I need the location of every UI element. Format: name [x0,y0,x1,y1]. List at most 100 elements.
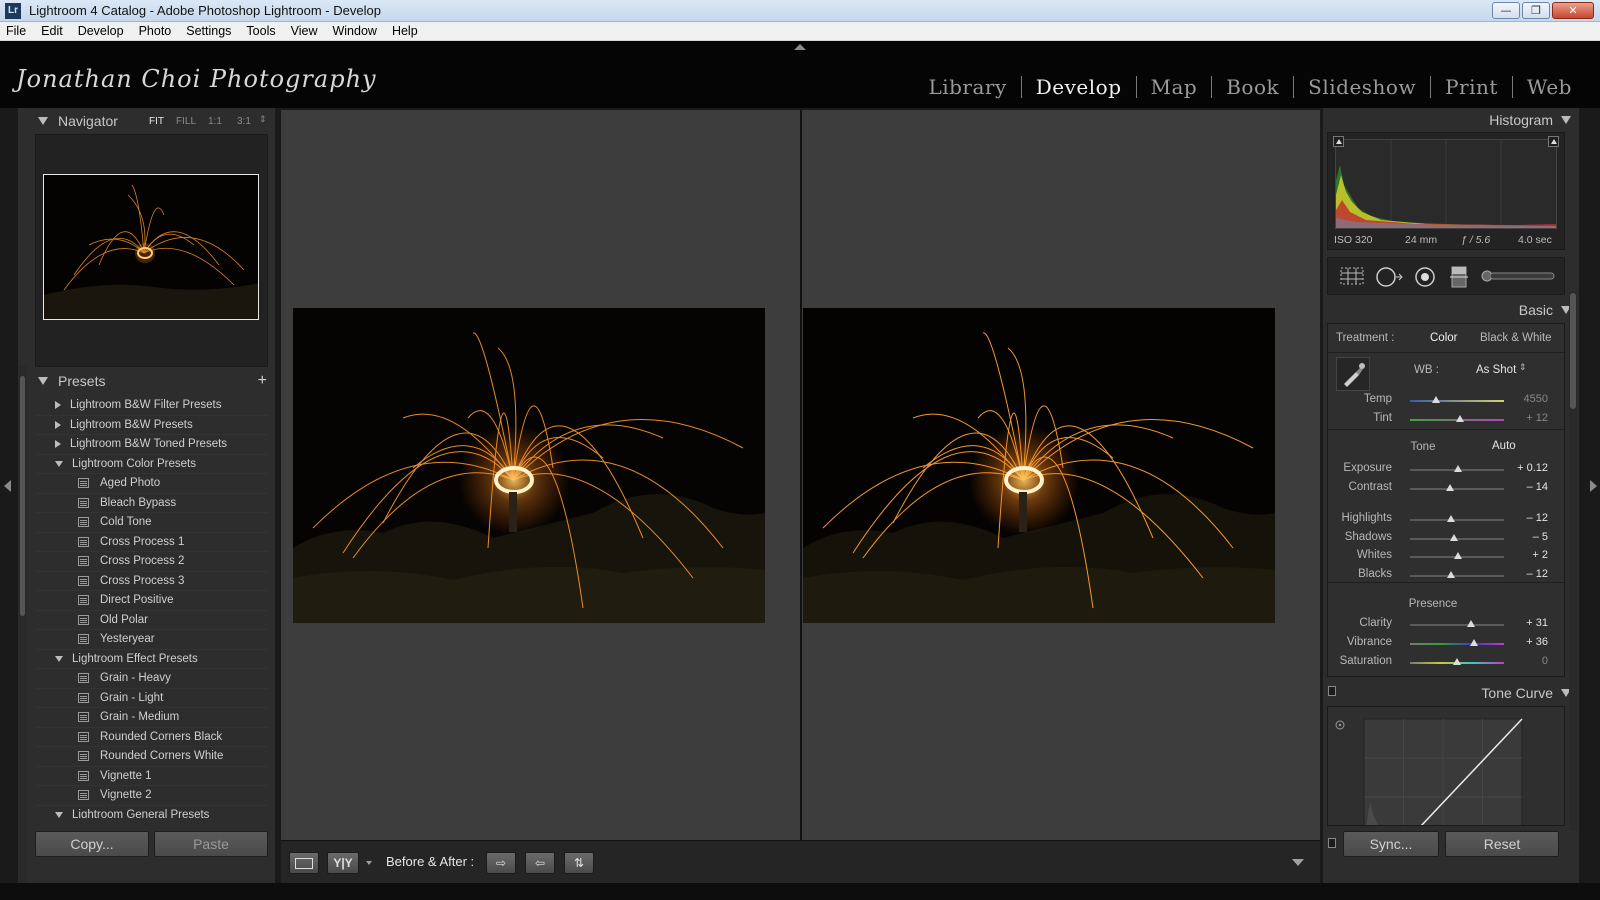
preset-item[interactable]: Old Polar [35,611,268,630]
disclosure-open-icon[interactable] [55,460,63,467]
preset-item[interactable]: Aged Photo [35,474,268,494]
module-book[interactable]: Book [1212,75,1293,99]
preset-item[interactable]: Cold Tone [35,513,268,533]
slider-knob[interactable] [1450,533,1458,541]
slider-value[interactable]: 0 [1504,655,1548,667]
preset-folder[interactable]: Lightroom General Presets [35,806,268,818]
preset-item[interactable]: Grain - Light [35,689,268,708]
chevron-down-icon[interactable] [366,861,372,865]
preset-item[interactable]: Grain - Heavy [35,669,268,689]
menu-tools[interactable]: Tools [246,24,275,38]
collapse-triangle-icon[interactable] [38,117,48,125]
menu-develop[interactable]: Develop [78,24,124,38]
navigator-thumbnail[interactable] [43,174,259,320]
spot-removal-icon[interactable] [1375,266,1403,288]
adjustment-brush-icon[interactable] [1480,266,1558,286]
left-panel-scrollbar[interactable] [18,366,27,883]
updown-icon[interactable]: ⇕ [259,114,267,125]
disclosure-open-icon[interactable] [55,811,63,818]
scrollbar-thumb[interactable] [20,376,25,616]
before-photo[interactable] [293,308,765,623]
disclosure-closed-icon[interactable] [55,440,61,449]
histogram-header[interactable]: Histogram [1489,108,1571,132]
menu-window[interactable]: Window [332,24,376,38]
shadow-clipping-indicator[interactable] [1333,136,1344,147]
treatment-bw-option[interactable]: Black & White [1480,332,1552,344]
graduated-filter-icon[interactable] [1448,266,1470,288]
slider-knob[interactable] [1447,571,1455,579]
menu-file[interactable]: File [6,24,26,38]
preset-item[interactable]: Rounded Corners White [35,747,268,767]
slider-track[interactable] [1410,400,1504,402]
module-develop[interactable]: Develop [1022,75,1136,99]
navigator-header[interactable]: Navigator [38,108,118,134]
slider-value[interactable]: 4550 [1504,393,1548,405]
right-panel-scrollbar[interactable] [1569,291,1577,831]
slider-value[interactable]: + 36 [1504,636,1548,648]
preset-folder[interactable]: Lightroom B&W Toned Presets [35,435,268,455]
zoom-1-1[interactable]: 1:1 [208,116,222,127]
arrow-right-icon[interactable]: ⇨ [486,852,516,874]
filmstrip-collapsed-bar[interactable] [0,883,1600,900]
slider-track[interactable] [1410,488,1504,490]
preset-folder[interactable]: Lightroom B&W Presets [35,416,268,435]
loupe-icon[interactable] [289,852,319,874]
slider-knob[interactable] [1432,396,1440,403]
zoom-fit[interactable]: FIT [149,116,164,127]
disclosure-open-icon[interactable] [55,655,63,662]
collapse-right-panel-icon[interactable] [1590,480,1597,492]
treatment-color-option[interactable]: Color [1430,332,1457,344]
collapse-top-panel-icon[interactable] [794,44,806,50]
scrollbar-thumb[interactable] [1570,293,1576,409]
basic-header[interactable]: Basic [1519,298,1571,322]
arrow-left-icon[interactable]: ⇦ [525,852,555,874]
menu-view[interactable]: View [291,24,318,38]
presets-header[interactable]: Presets + [38,368,275,394]
tone-curve-header[interactable]: Tone Curve [1481,681,1571,705]
restore-button[interactable]: ❐ [1522,2,1550,19]
slider-value[interactable]: – 12 [1504,512,1548,524]
eyedropper-icon[interactable] [1336,357,1370,391]
slider-knob[interactable] [1456,415,1464,422]
slider-knob[interactable] [1446,484,1454,491]
preset-item[interactable]: Yesteryear [35,630,268,650]
reset-button[interactable]: Reset [1445,831,1559,857]
slider-value[interactable]: – 5 [1504,531,1548,543]
copy-settings-button[interactable]: Copy... [35,831,149,857]
preset-item[interactable]: Cross Process 1 [35,533,268,552]
minimize-button[interactable]: — [1492,2,1520,19]
slider-knob[interactable] [1467,620,1475,627]
collapse-triangle-icon[interactable] [38,377,48,385]
slider-track[interactable] [1410,624,1504,626]
slider-value[interactable]: + 31 [1504,617,1548,629]
updown-icon[interactable]: ⇕ [1519,362,1527,373]
slider-knob[interactable] [1470,639,1478,646]
slider-track[interactable] [1410,643,1504,645]
before-after-mode-button[interactable]: Y|Y [327,852,359,874]
slider-value[interactable]: – 12 [1504,568,1548,580]
tone-auto-button[interactable]: Auto [1492,440,1516,452]
slider-track[interactable] [1410,519,1504,521]
preset-folder[interactable]: Lightroom B&W Filter Presets [35,396,268,416]
preset-folder[interactable]: Lightroom Effect Presets [35,650,268,669]
red-eye-icon[interactable] [1413,266,1437,288]
module-slideshow[interactable]: Slideshow [1294,75,1430,99]
disclosure-closed-icon[interactable] [55,401,61,410]
preset-item[interactable]: Cross Process 3 [35,572,268,591]
module-library[interactable]: Library [914,75,1020,99]
preset-item[interactable]: Bleach Bypass [35,494,268,513]
zoom-3-1[interactable]: 3:1 [237,116,251,127]
collapse-triangle-icon[interactable] [1561,116,1571,124]
preset-item[interactable]: Vignette 1 [35,767,268,786]
slider-knob[interactable] [1454,552,1462,560]
preset-item[interactable]: Grain - Medium [35,708,268,728]
slider-value[interactable]: + 0.12 [1504,462,1548,474]
disclosure-closed-icon[interactable] [55,420,61,429]
collapse-left-panel-icon[interactable] [4,480,11,492]
sync-button[interactable]: Sync... [1343,831,1439,857]
preset-folder[interactable]: Lightroom Color Presets [35,455,268,474]
slider-value[interactable]: + 12 [1504,412,1548,424]
highlight-clipping-indicator[interactable] [1548,136,1559,147]
menu-settings[interactable]: Settings [186,24,231,38]
menu-help[interactable]: Help [392,24,418,38]
